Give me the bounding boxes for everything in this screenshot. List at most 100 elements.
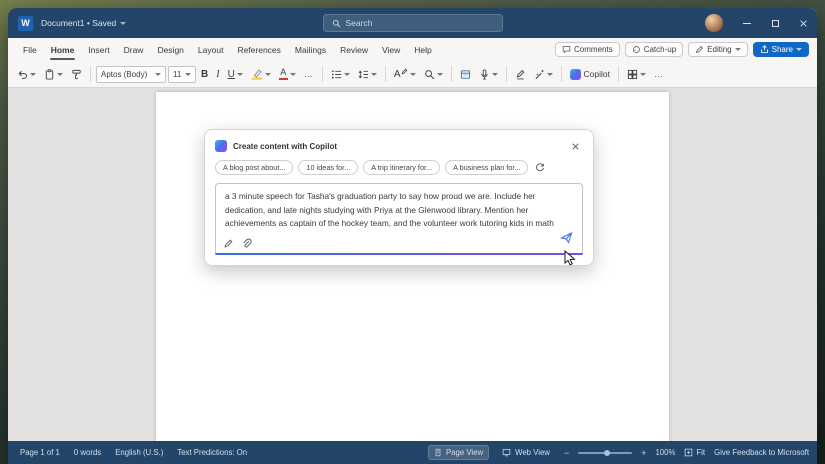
- web-view-button[interactable]: Web View: [497, 446, 555, 459]
- italic-button[interactable]: I: [213, 67, 222, 82]
- font-size-select[interactable]: 11: [168, 65, 196, 83]
- find-button[interactable]: [421, 67, 446, 82]
- comments-button[interactable]: Comments: [555, 42, 620, 57]
- copilot-prompt-input[interactable]: a 3 minute speech for Tasha's graduation…: [215, 183, 583, 255]
- bold-button[interactable]: B: [198, 67, 211, 82]
- document-area[interactable]: Create content with Copilot A blog post …: [8, 88, 817, 441]
- text-highlight-button[interactable]: [248, 66, 274, 82]
- tab-mailings[interactable]: Mailings: [288, 38, 333, 61]
- format-painter-icon: [72, 69, 81, 79]
- dictate-button[interactable]: [476, 67, 501, 82]
- style-pencil-icon: [402, 68, 408, 75]
- font-color-button[interactable]: A: [276, 66, 299, 83]
- attach-file-button[interactable]: [241, 238, 252, 249]
- prompt-tools: [223, 238, 252, 249]
- rewrite-pen-button[interactable]: [223, 238, 234, 249]
- underline-button[interactable]: U: [225, 67, 246, 82]
- tab-insert[interactable]: Insert: [81, 38, 116, 61]
- paste-button[interactable]: [41, 67, 66, 82]
- chevron-down-icon: [734, 48, 741, 51]
- page-count[interactable]: Page 1 of 1: [20, 448, 60, 457]
- font-name-select[interactable]: Aptos (Body): [96, 65, 166, 83]
- editing-button[interactable]: Editing: [688, 42, 748, 57]
- suggestions-wand-button[interactable]: [531, 67, 556, 82]
- designer-button[interactable]: [457, 67, 474, 82]
- editor-button[interactable]: [512, 67, 529, 82]
- page-view-icon: [435, 448, 441, 457]
- chip-ideas[interactable]: 10 ideas for...: [298, 160, 359, 175]
- catchup-button[interactable]: Catch-up: [624, 42, 684, 57]
- divider: [617, 66, 619, 82]
- search-box[interactable]: Search: [322, 14, 503, 32]
- search-placeholder: Search: [345, 18, 373, 28]
- zoom-slider-thumb[interactable]: [603, 449, 610, 456]
- fit-button[interactable]: Fit: [684, 448, 705, 457]
- tab-file[interactable]: File: [16, 38, 44, 61]
- chevron-down-icon: [639, 72, 646, 76]
- font-color-icon: A: [278, 67, 288, 81]
- view-options-button[interactable]: [624, 67, 649, 82]
- line-spacing-button[interactable]: [355, 67, 380, 82]
- magnifier-icon: [425, 69, 435, 79]
- zoom-level[interactable]: 100%: [655, 448, 675, 457]
- document-title[interactable]: Document1 • Saved: [41, 18, 127, 28]
- tab-references[interactable]: References: [230, 38, 287, 61]
- tab-home[interactable]: Home: [44, 38, 82, 61]
- page-view-button[interactable]: Page View: [427, 445, 490, 460]
- catchup-label: Catch-up: [643, 45, 677, 54]
- copilot-button[interactable]: Copilot: [567, 67, 612, 82]
- document-title-label: Document1 • Saved: [41, 18, 117, 28]
- chevron-down-icon: [343, 72, 350, 76]
- styles-button[interactable]: A: [391, 67, 420, 82]
- tab-review[interactable]: Review: [333, 38, 375, 61]
- copilot-dialog: Create content with Copilot A blog post …: [204, 129, 594, 266]
- maximize-button[interactable]: [761, 8, 789, 38]
- refresh-icon: [536, 162, 545, 171]
- undo-button[interactable]: [14, 67, 39, 82]
- designer-icon: [461, 69, 471, 79]
- mouse-cursor: [564, 250, 576, 266]
- zoom-out-button[interactable]: −: [564, 448, 569, 458]
- ribbon-overflow-button[interactable]: …: [651, 67, 667, 81]
- minimize-button[interactable]: [733, 8, 761, 38]
- dialog-close-button[interactable]: [567, 138, 583, 154]
- tab-layout[interactable]: Layout: [191, 38, 231, 61]
- user-avatar[interactable]: [705, 14, 723, 32]
- more-font-options-button[interactable]: …: [301, 67, 317, 81]
- close-icon: [799, 19, 807, 27]
- ribbon-toolbar: Aptos (Body) 11 B I U A … A Copilot …: [8, 61, 817, 88]
- text-predictions-status[interactable]: Text Predictions: On: [177, 448, 247, 457]
- tab-design[interactable]: Design: [150, 38, 190, 61]
- copilot-dialog-title: Create content with Copilot: [233, 141, 337, 151]
- chip-trip-itinerary[interactable]: A trip itinerary for...: [363, 160, 441, 175]
- word-app-icon[interactable]: W: [18, 15, 33, 31]
- tab-view[interactable]: View: [375, 38, 407, 61]
- zoom-in-button[interactable]: +: [641, 448, 646, 458]
- undo-icon: [18, 70, 27, 79]
- copilot-label: Copilot: [583, 69, 610, 79]
- share-icon: [760, 45, 768, 53]
- refresh-suggestions-button[interactable]: [535, 162, 545, 173]
- language-status[interactable]: English (U.S.): [115, 448, 163, 457]
- copilot-icon: [570, 68, 582, 80]
- highlighter-icon: [251, 69, 262, 80]
- close-button[interactable]: [789, 8, 817, 38]
- chip-business-plan[interactable]: A business plan for...: [445, 160, 529, 175]
- page-view-label: Page View: [445, 448, 484, 457]
- share-button[interactable]: Share: [752, 42, 809, 57]
- word-count[interactable]: 0 words: [74, 448, 101, 457]
- ribbon-tabs: File Home Insert Draw Design Layout Refe…: [8, 38, 817, 61]
- send-button[interactable]: [559, 231, 573, 249]
- zoom-slider[interactable]: [578, 448, 633, 458]
- compose-pen-icon: [224, 239, 233, 248]
- bullet-list-button[interactable]: [328, 67, 353, 82]
- chip-blog-post[interactable]: A blog post about...: [215, 160, 294, 175]
- chevron-down-icon: [155, 72, 161, 76]
- chevron-down-icon: [185, 72, 191, 76]
- tab-help[interactable]: Help: [407, 38, 438, 61]
- document-page[interactable]: Create content with Copilot A blog post …: [156, 92, 669, 441]
- ellipsis-icon: …: [653, 69, 664, 79]
- format-painter-button[interactable]: [68, 67, 85, 82]
- feedback-link[interactable]: Give Feedback to Microsoft: [714, 448, 809, 457]
- tab-draw[interactable]: Draw: [117, 38, 151, 61]
